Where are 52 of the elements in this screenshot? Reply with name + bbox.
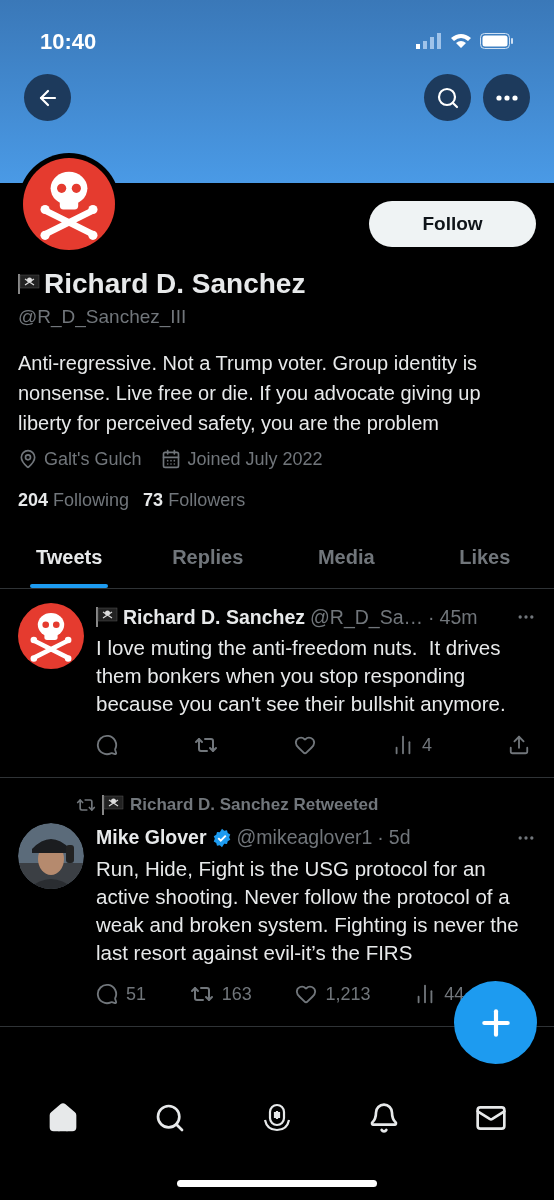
tweet-time: 5d [388,825,411,851]
avatar[interactable] [18,602,84,669]
views-button[interactable]: 44 [414,980,465,1008]
reply-button[interactable]: 51 [96,980,147,1008]
profile-bio: Anti-regressive. Not a Trump voter. Group identity is nonsense. Live free or die. If you advocate giving up liberty for perceived safety, you are the problem [18,350,482,436]
author-handle: @R_D_Sa… [310,604,424,631]
separator: · [377,825,384,851]
author-name: Mike Glover [96,825,207,851]
search-button[interactable] [424,74,471,121]
wifi-icon [450,33,472,49]
profile-tab[interactable]: Likes [459,529,511,584]
share-icon[interactable] [507,734,530,757]
profile-tab[interactable]: Media [317,529,375,584]
microphone-icon[interactable] [261,1102,293,1134]
back-button[interactable] [24,74,71,121]
heart-icon [295,983,318,1005]
reply-icon [96,734,118,757]
profile-location: Galt's Gulch [44,447,142,471]
followers-link[interactable]: 73 Followers [143,486,246,514]
search-icon [435,85,460,110]
calendar-icon [161,449,182,469]
profile-avatar[interactable] [23,158,115,250]
tweet-time: 45m [439,604,478,630]
signal-icon [416,33,442,49]
author-name: Richard D. Sanchez [123,604,306,630]
joined-date: Joined July 2022 [187,447,323,471]
more-icon [495,94,518,101]
more-button[interactable] [483,74,530,121]
tweet-text: Run, Hide, Fight is the USG protocol for an active shooting. Never follow the protocol of a weak and broken system. Fighting is never the last resort against evil-it’s the FIRS [96,855,520,966]
author-handle: @mikeaglover1 [236,825,373,851]
reply-icon [96,983,118,1005]
reply-button[interactable] [96,734,118,757]
profile-handle: @R_D_Sanchez_III [18,305,188,330]
tweet-text: I love muting the anti-freedom nuts. It drives them bonkers when you stop responding because you can't see their bullshit anymore. [96,634,507,717]
flag-icon [18,274,40,294]
following-link[interactable]: 204 Following [18,486,130,514]
profile-tab[interactable]: Replies [172,529,244,584]
retweet-button[interactable]: 163 [189,980,252,1008]
profile-tab[interactable]: Tweets [36,529,103,584]
battery-icon [480,33,514,49]
status-time: 10:40 [40,27,97,56]
flag-icon [96,607,118,628]
flag-icon [102,794,124,815]
follow-button[interactable]: Follow [369,201,536,247]
like-button[interactable]: 1,213 [295,980,371,1008]
views-button[interactable]: 4 [391,731,432,759]
separator: · [428,604,435,630]
retweet-label: Richard D. Sanchez Retweeted [130,793,379,816]
like-button[interactable] [293,734,316,757]
location-icon [18,449,38,469]
heart-icon [293,734,316,757]
profile-name: Richard D. Sanchez [44,267,306,301]
